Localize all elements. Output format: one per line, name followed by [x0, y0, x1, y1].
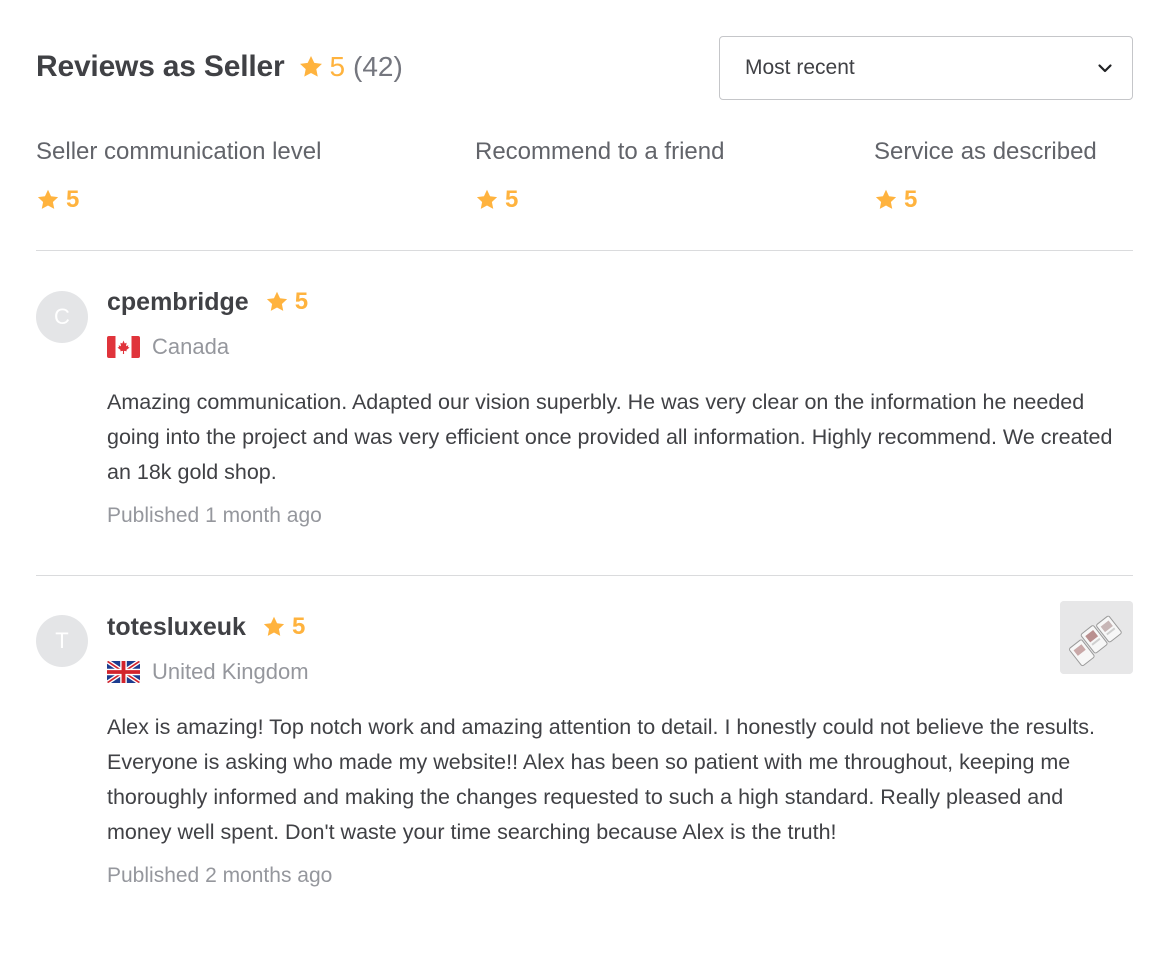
- metric-service-described: Service as described 5: [874, 138, 1097, 214]
- overall-rating: 5: [329, 51, 346, 82]
- published-date: Published 2 months ago: [107, 864, 333, 887]
- phone-screens-thumbnail: [1060, 601, 1133, 674]
- metric-label: Seller communication level: [36, 138, 322, 165]
- country-name: United Kingdom: [152, 659, 309, 684]
- reviews-title-row: Reviews as Seller 5 (42): [36, 50, 403, 84]
- review-text: Alex is amazing! Top notch work and amaz…: [107, 715, 1095, 844]
- avatar[interactable]: T: [36, 615, 88, 667]
- review-text: Amazing communication. Adapted our visio…: [107, 390, 1113, 484]
- divider: [36, 575, 1133, 576]
- sort-dropdown[interactable]: Most recent: [719, 36, 1133, 100]
- sort-selected-value: Most recent: [745, 56, 855, 79]
- star-icon: [36, 188, 60, 212]
- metric-rating: 5: [874, 186, 1097, 214]
- star-icon: [475, 188, 499, 212]
- metric-label: Recommend to a friend: [475, 138, 725, 165]
- metric-recommend-friend: Recommend to a friend 5: [475, 138, 724, 214]
- review-count: (42): [353, 51, 403, 82]
- review-attachment-thumbnail[interactable]: [1060, 601, 1133, 674]
- country-name: Canada: [152, 334, 230, 359]
- reviewer-username[interactable]: totesluxeuk: [107, 613, 246, 642]
- reviewer-country: Canada: [107, 333, 1133, 361]
- star-icon: [874, 188, 898, 212]
- reviews-header: Reviews as Seller 5 (42) Most recent: [36, 36, 1133, 102]
- metric-score: 5: [505, 186, 519, 213]
- review-body: totesluxeuk 5 United Kingdom Alex is ama…: [107, 611, 1133, 888]
- metric-seller-communication: Seller communication level 5: [36, 138, 321, 214]
- reviewer-row: cpembridge 5: [107, 286, 1133, 318]
- review-rating: 5: [291, 613, 306, 640]
- reviewer-username[interactable]: cpembridge: [107, 288, 249, 317]
- star-icon: [262, 615, 286, 639]
- metric-rating: 5: [475, 186, 724, 214]
- reviewer-row: totesluxeuk 5: [107, 611, 1133, 643]
- metric-score: 5: [66, 186, 80, 213]
- metric-label: Service as described: [874, 138, 1097, 165]
- review-rating: 5: [294, 288, 309, 315]
- avatar[interactable]: C: [36, 291, 88, 343]
- metric-score: 5: [904, 186, 918, 213]
- divider: [36, 250, 1133, 251]
- star-icon: [298, 54, 324, 80]
- uk-flag-icon: [107, 661, 140, 683]
- metric-rating: 5: [36, 186, 321, 214]
- star-icon: [265, 290, 289, 314]
- review-body: cpembridge 5 Canada Amazing communicatio…: [107, 286, 1133, 528]
- canada-flag-icon: [107, 336, 140, 358]
- page-title: Reviews as Seller: [36, 50, 285, 83]
- rating-breakdown: Seller communication level 5 Recommend t…: [36, 138, 1133, 218]
- published-date: Published 1 month ago: [107, 504, 322, 527]
- chevron-down-icon: [1096, 59, 1114, 77]
- reviewer-country: United Kingdom: [107, 658, 1133, 686]
